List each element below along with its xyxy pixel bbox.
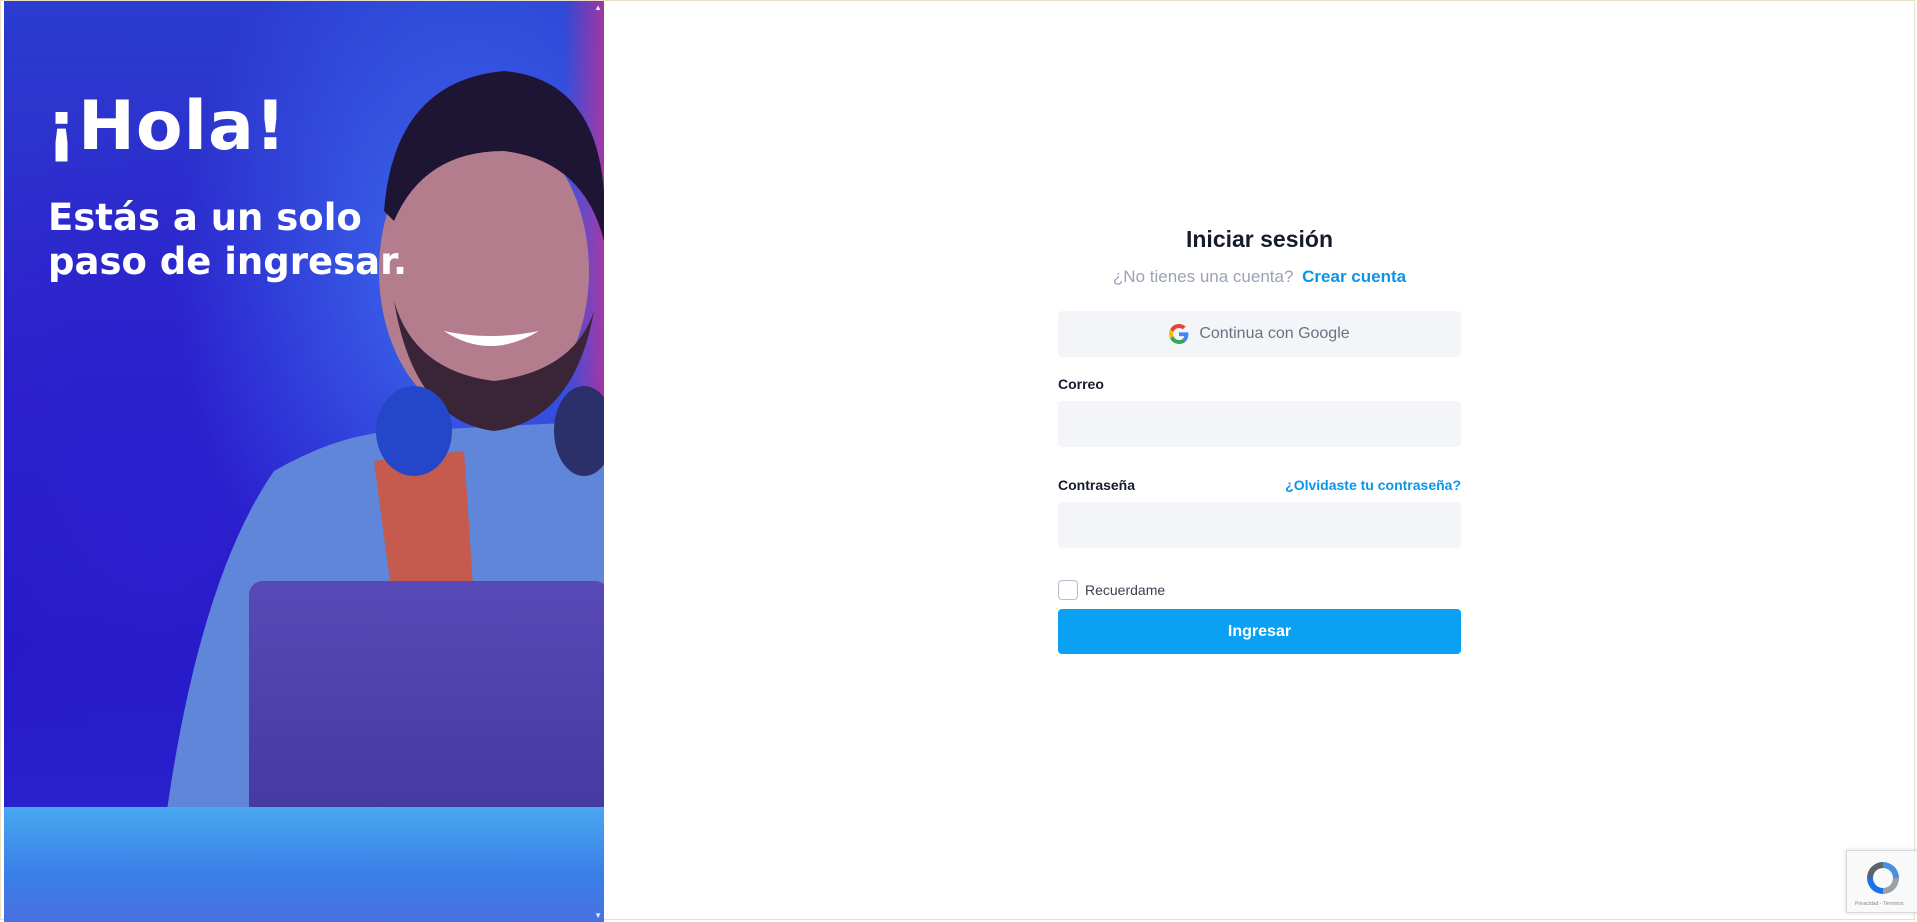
google-signin-button[interactable]: Continua con Google	[1058, 311, 1461, 357]
scroll-up-icon[interactable]: ▲	[594, 3, 602, 12]
forgot-password-link[interactable]: ¿Olvidaste tu contraseña?	[1285, 477, 1461, 493]
google-icon	[1169, 324, 1189, 344]
remember-me-label: Recuerdame	[1085, 582, 1166, 598]
hero-greeting: ¡Hola!	[46, 87, 287, 166]
hero-panel: ¡Hola! Estás a un solo paso de ingresar.…	[4, 1, 604, 922]
signup-prompt: ¿No tienes una cuenta? Crear cuenta	[1058, 267, 1461, 287]
create-account-link[interactable]: Crear cuenta	[1302, 267, 1406, 286]
headphone-left	[376, 386, 452, 476]
recaptcha-terms[interactable]: Privacidad - Términos	[1855, 901, 1904, 907]
password-field[interactable]	[1058, 502, 1461, 548]
remember-me-option[interactable]: Recuerdame	[1058, 580, 1461, 600]
page-title: Iniciar sesión	[1185, 226, 1333, 252]
password-label: Contraseña	[1058, 477, 1136, 493]
google-button-label: Continua con Google	[1199, 325, 1350, 342]
no-account-text: ¿No tienes una cuenta?	[1112, 267, 1294, 286]
hero-desk	[4, 807, 604, 922]
email-field[interactable]	[1058, 401, 1461, 447]
email-label: Correo	[1058, 376, 1104, 392]
recaptcha-icon	[1867, 862, 1899, 894]
recaptcha-badge[interactable]: Privacidad - Términos	[1846, 850, 1917, 913]
hero-tagline: Estás a un solo paso de ingresar.	[48, 196, 408, 283]
login-submit-button[interactable]: Ingresar	[1058, 609, 1461, 654]
login-form: Iniciar sesión ¿No tienes una cuenta? Cr…	[1058, 226, 1461, 654]
remember-me-checkbox[interactable]	[1058, 580, 1078, 600]
hero-person-illustration	[153, 71, 604, 922]
scroll-down-icon[interactable]: ▼	[594, 911, 602, 920]
